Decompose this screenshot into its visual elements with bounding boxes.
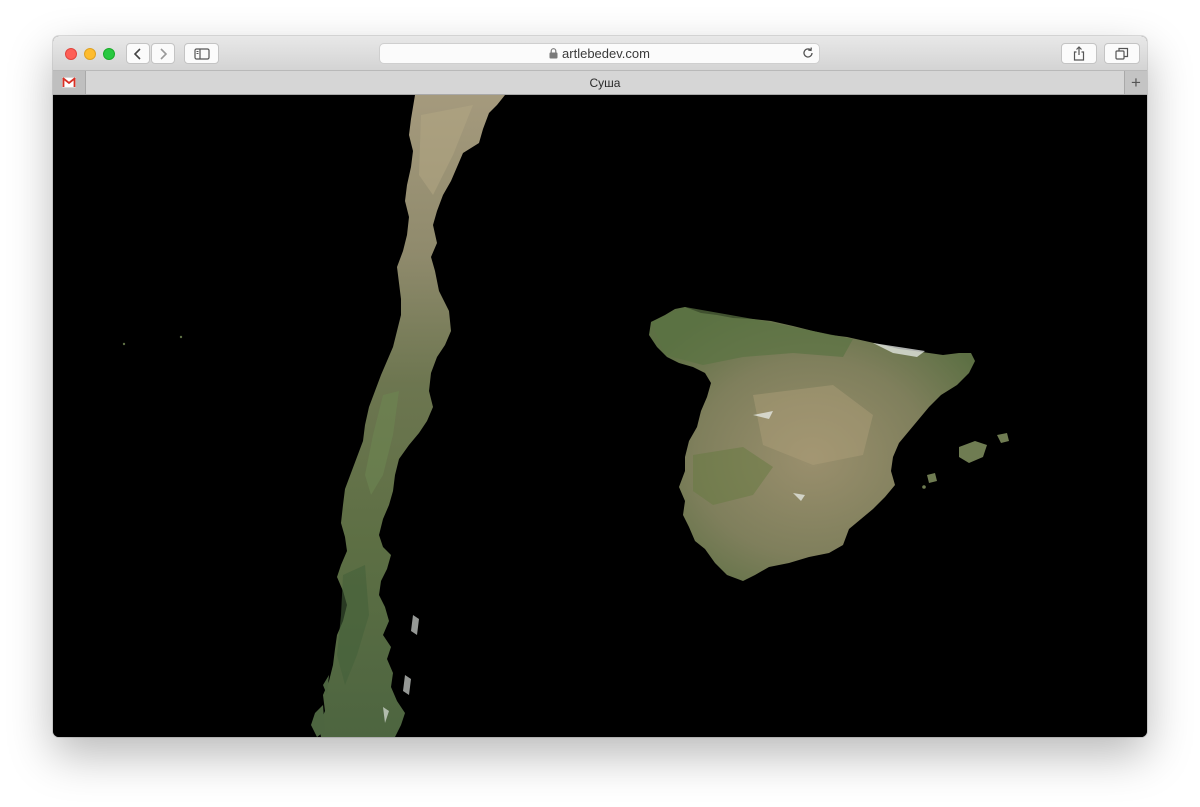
gmail-icon xyxy=(62,77,76,88)
browser-toolbar: artlebedev.com xyxy=(53,36,1147,71)
close-window-button[interactable] xyxy=(65,48,77,60)
share-icon xyxy=(1073,46,1085,61)
browser-window: artlebedev.com Суша + xyxy=(53,36,1147,737)
page-content xyxy=(53,95,1147,737)
fullscreen-window-button[interactable] xyxy=(103,48,115,60)
address-bar[interactable]: artlebedev.com xyxy=(379,43,820,64)
satellite-map xyxy=(122,95,1009,737)
tabs-overview-icon xyxy=(1115,47,1129,60)
address-url: artlebedev.com xyxy=(562,46,650,61)
tab-title: Суша xyxy=(589,75,621,90)
small-island xyxy=(122,342,126,346)
reload-icon[interactable] xyxy=(801,46,815,63)
back-button[interactable] xyxy=(126,43,150,64)
chevron-right-icon xyxy=(160,47,168,60)
chevron-left-icon xyxy=(133,47,141,60)
iberian-peninsula-landmass xyxy=(649,307,975,581)
new-tab-button[interactable]: + xyxy=(1124,71,1147,94)
tabs-overview-button[interactable] xyxy=(1104,43,1140,64)
balearic-islands xyxy=(922,433,1009,489)
sidebar-icon xyxy=(193,47,210,60)
tab-active[interactable]: Суша xyxy=(86,71,1124,94)
pinned-tab-gmail[interactable] xyxy=(53,71,86,94)
tab-bar: Суша + xyxy=(53,71,1147,95)
lock-icon xyxy=(549,48,558,59)
forward-button[interactable] xyxy=(151,43,175,64)
share-button[interactable] xyxy=(1061,43,1097,64)
sidebar-button[interactable] xyxy=(184,43,219,64)
minimize-window-button[interactable] xyxy=(84,48,96,60)
chile-landmass xyxy=(311,95,505,737)
small-island xyxy=(179,335,183,339)
